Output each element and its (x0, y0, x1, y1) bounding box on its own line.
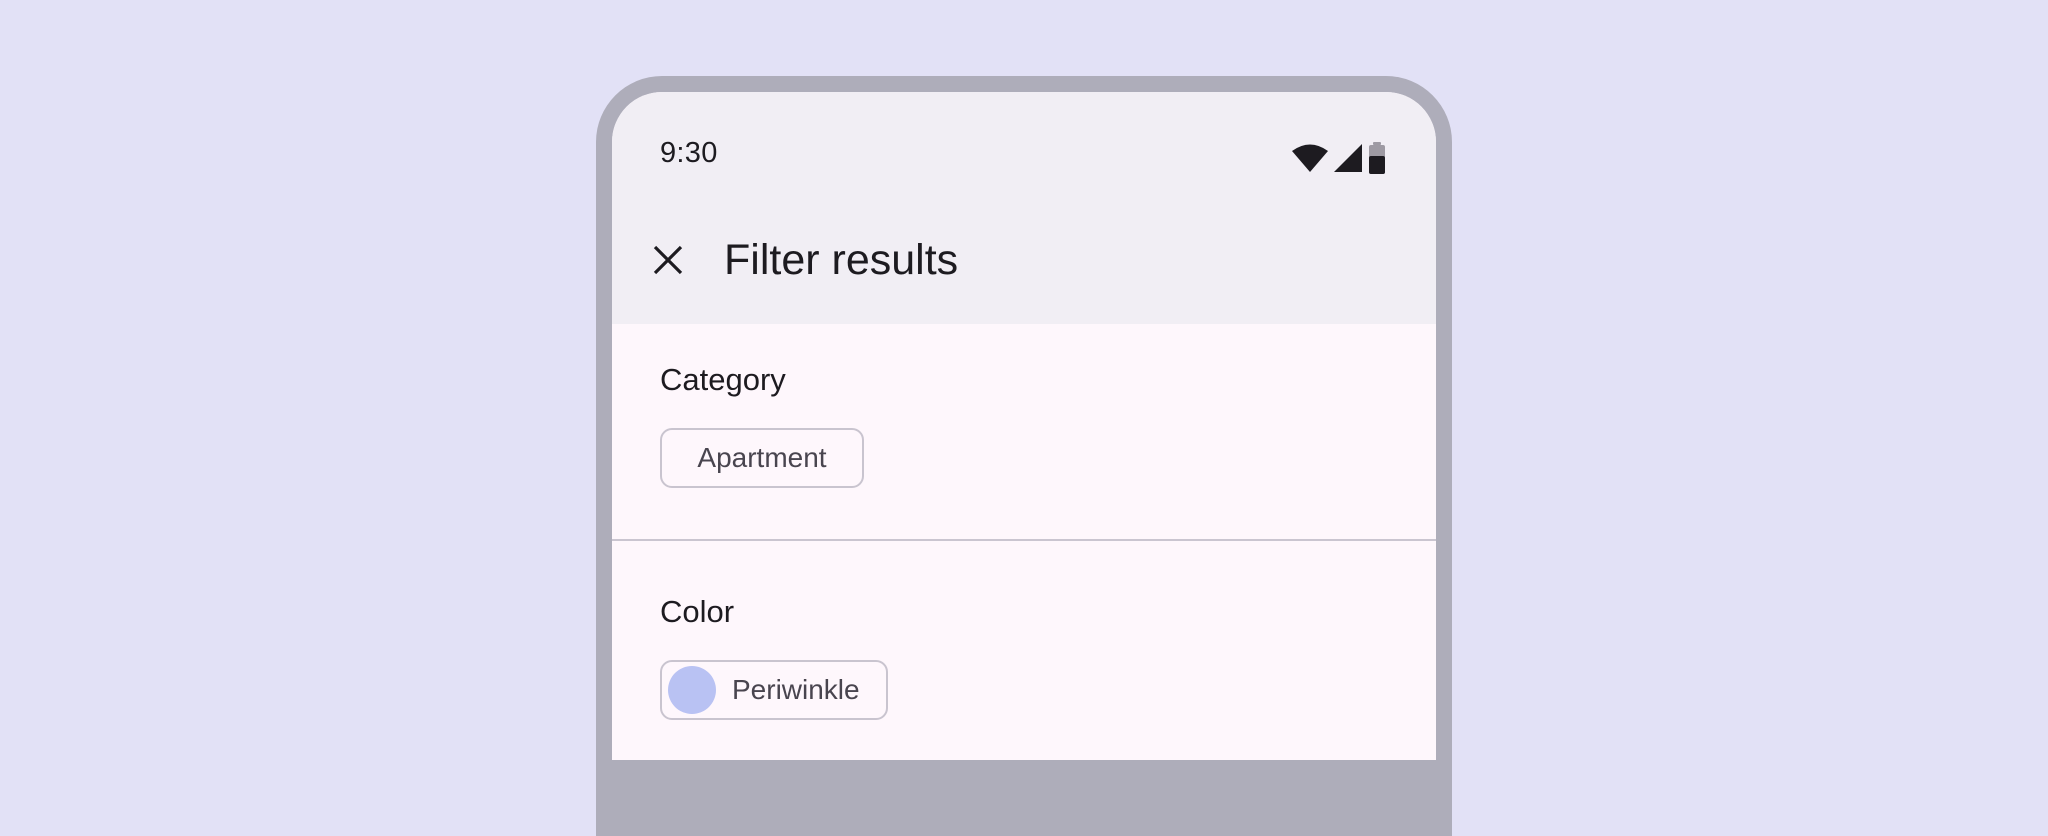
page-title: Filter results (724, 236, 959, 284)
chip-label: Periwinkle (732, 674, 860, 705)
battery-icon (1368, 142, 1386, 174)
color-chip-periwinkle[interactable]: Periwinkle (660, 660, 888, 720)
cell-signal-icon (1334, 144, 1362, 172)
close-icon (653, 245, 683, 280)
category-chip-apartment[interactable]: Apartment (660, 428, 864, 488)
close-button[interactable] (640, 234, 696, 290)
phone-screen: 9:30 Filter results Category Apartment C… (612, 92, 1436, 760)
color-section-title: Color (660, 594, 735, 629)
status-icons (1292, 142, 1386, 174)
section-divider (612, 539, 1436, 541)
color-swatch (668, 666, 716, 714)
chip-label: Apartment (697, 442, 827, 473)
status-time: 9:30 (660, 137, 718, 169)
wifi-icon (1292, 144, 1328, 172)
category-section-title: Category (660, 362, 786, 397)
top-app-bar: 9:30 Filter results (612, 92, 1436, 324)
